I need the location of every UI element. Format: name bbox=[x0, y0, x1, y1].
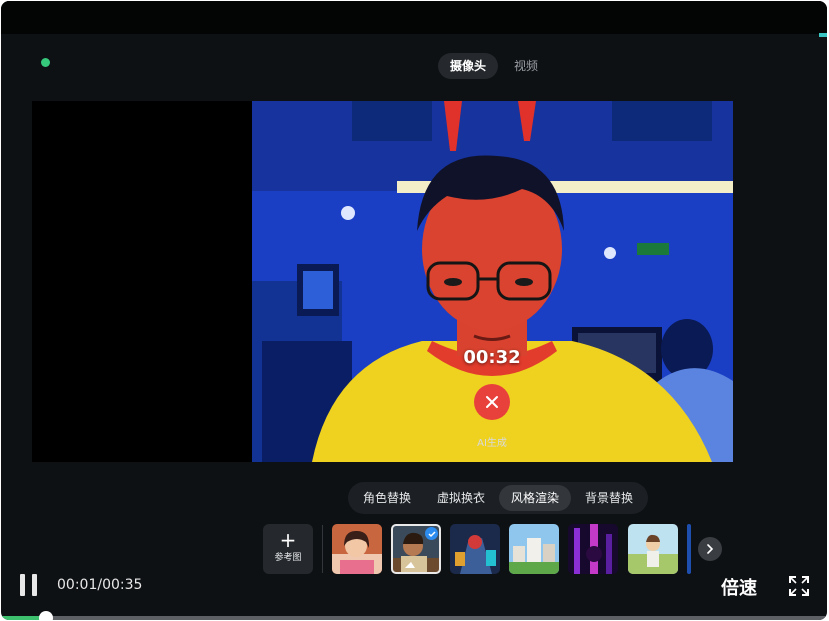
status-indicator-dot bbox=[41, 58, 50, 67]
pause-icon-bar-left bbox=[20, 574, 25, 596]
tab-role-replace[interactable]: 角色替换 bbox=[351, 485, 423, 511]
stop-recording-button[interactable] bbox=[474, 384, 510, 420]
selected-check-icon bbox=[425, 527, 438, 540]
pause-button[interactable] bbox=[20, 574, 40, 596]
top-bar bbox=[1, 1, 827, 34]
mode-tabs: 摄像头 视频 bbox=[438, 53, 550, 79]
style-thumbnail-field-boy[interactable] bbox=[628, 524, 678, 574]
pause-icon-bar-right bbox=[32, 574, 37, 596]
camera-feed-image: 00:32 AI生成 bbox=[252, 101, 733, 462]
close-icon bbox=[486, 396, 498, 408]
style-thumbnail-neon-night[interactable] bbox=[568, 524, 618, 574]
reference-image-label: 参考图 bbox=[274, 553, 302, 563]
chevron-right-icon bbox=[707, 544, 714, 554]
progress-bar[interactable] bbox=[1, 611, 827, 620]
fullscreen-icon bbox=[789, 576, 809, 596]
style-thumbnail-mecha[interactable] bbox=[450, 524, 500, 574]
plus-icon: + bbox=[279, 528, 297, 552]
time-display: 00:01/00:35 bbox=[57, 577, 143, 593]
add-reference-image-button[interactable]: + 参考图 bbox=[263, 524, 313, 574]
tab-style-render[interactable]: 风格渲染 bbox=[499, 485, 572, 511]
tab-virtual-tryon[interactable]: 虚拟换衣 bbox=[425, 485, 497, 511]
style-thumbnail-city-street[interactable] bbox=[509, 524, 559, 574]
progress-handle[interactable] bbox=[38, 611, 53, 620]
top-accent-mark bbox=[819, 33, 827, 37]
camera-viewport: 00:32 AI生成 bbox=[32, 101, 733, 462]
style-thumbnail-anime-girl[interactable] bbox=[332, 524, 382, 574]
tab-video[interactable]: 视频 bbox=[502, 53, 550, 79]
player-window: 摄像头 视频 00:32 AI生成 角色替换 虚拟换衣 风格渲染 背景替换 + … bbox=[1, 1, 827, 620]
thumbnail-strip-edge bbox=[687, 524, 691, 574]
next-thumbnails-button[interactable] bbox=[698, 537, 722, 561]
feature-tabs: 角色替换 虚拟换衣 风格渲染 背景替换 bbox=[348, 482, 649, 514]
style-thumbnail-cartoon-chef[interactable] bbox=[391, 524, 441, 574]
tab-camera[interactable]: 摄像头 bbox=[438, 53, 499, 79]
fullscreen-button[interactable] bbox=[787, 574, 811, 598]
playback-speed-button[interactable]: 倍速 bbox=[721, 574, 757, 600]
tab-background-replace[interactable]: 背景替换 bbox=[573, 485, 645, 511]
thumbnail-divider bbox=[322, 525, 323, 573]
